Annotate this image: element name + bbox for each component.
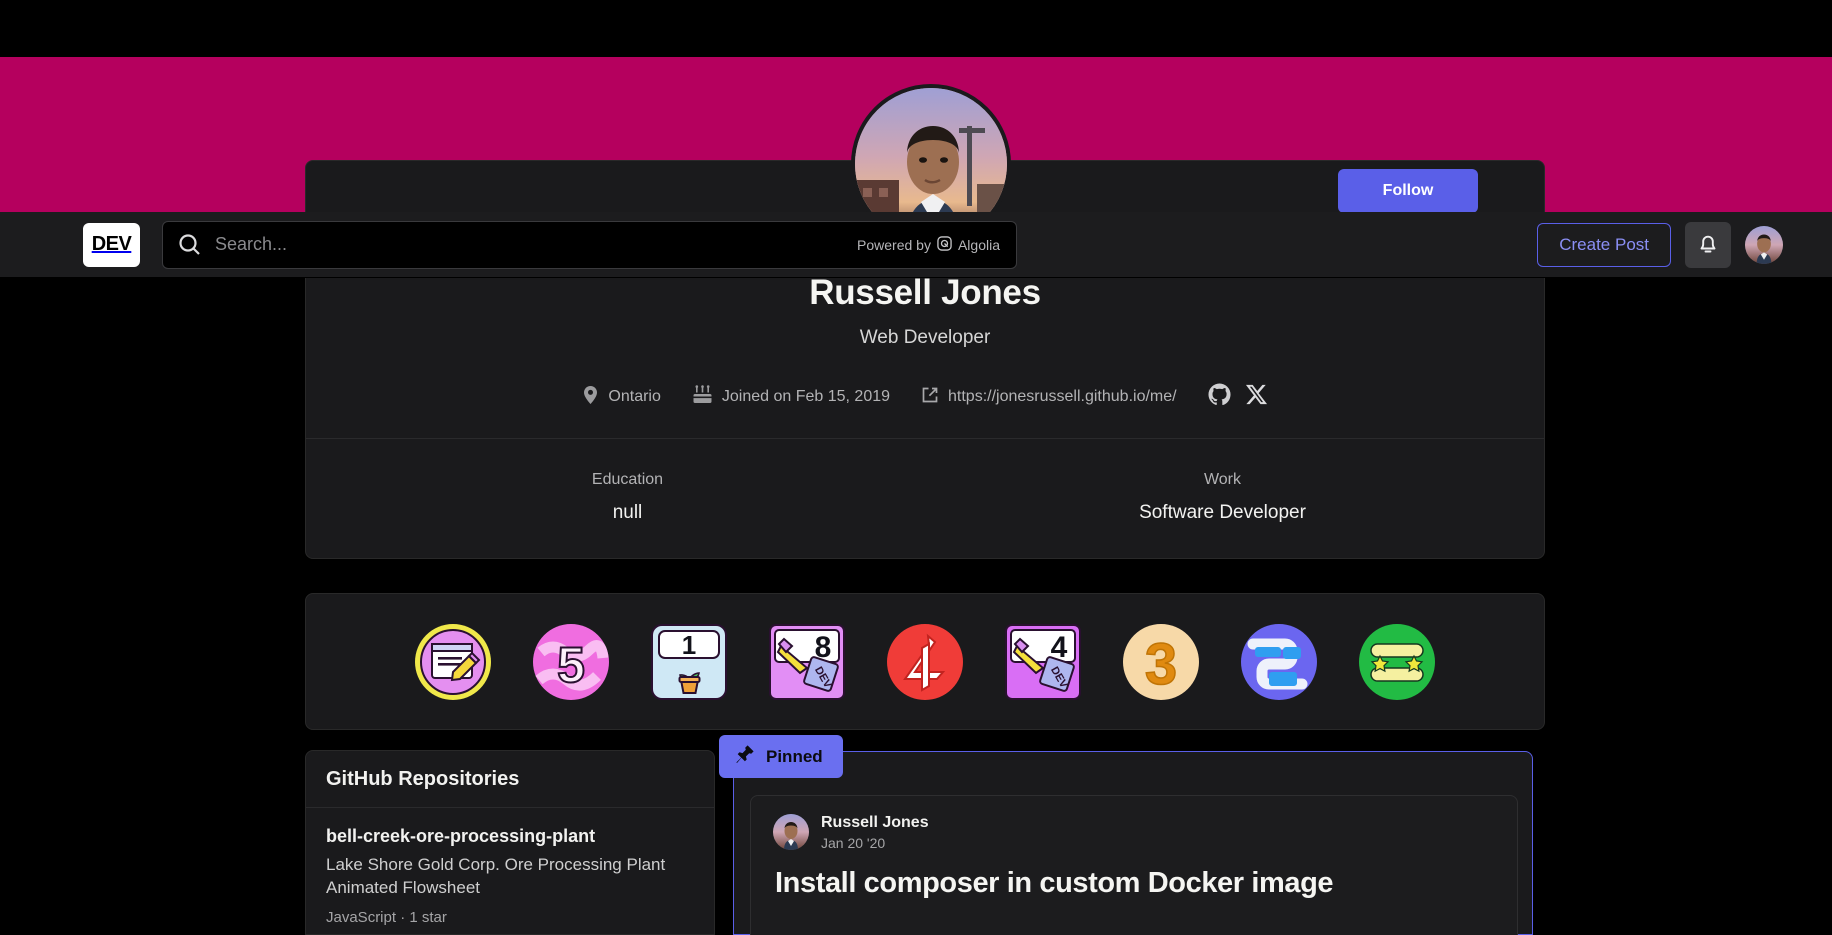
- svg-text:5: 5: [557, 637, 585, 693]
- detail-work-value: Software Developer: [1139, 502, 1306, 524]
- create-post-button[interactable]: Create Post: [1537, 222, 1671, 267]
- post-author-avatar[interactable]: [773, 814, 809, 850]
- post-author-name[interactable]: Russell Jones: [821, 813, 929, 833]
- external-link-icon: [921, 386, 939, 409]
- badge-three-year-club[interactable]: 3: [1121, 622, 1201, 702]
- repo-meta: JavaScript · 1 star: [326, 908, 447, 926]
- detail-work: Work Software Developer: [925, 471, 1520, 524]
- search-icon: [177, 232, 203, 258]
- follow-button[interactable]: Follow: [1338, 169, 1478, 213]
- algolia-attribution: Powered by Algolia: [857, 235, 1000, 254]
- profile-social-links: [1208, 383, 1268, 411]
- navbar-actions: Create Post: [1537, 221, 1783, 268]
- detail-education-label: Education: [591, 471, 664, 489]
- detail-education-value: null: [612, 502, 643, 524]
- pinned-label: Pinned: [766, 746, 823, 766]
- search-input[interactable]: [203, 221, 858, 268]
- badge-hacktoberfest[interactable]: [1357, 622, 1437, 702]
- pin-icon: [735, 744, 755, 769]
- svg-text:1: 1: [682, 630, 696, 660]
- status-badge: Pinned: [719, 735, 843, 778]
- post-author-row: Russell Jones Jan 20 '20: [773, 813, 1495, 851]
- badges-panel: 5 1 8 DEV 4 DEV 3: [305, 593, 1545, 730]
- github-repo-list: bell-creek-ore-processing-plant Lake Sho…: [306, 808, 714, 926]
- github-icon[interactable]: [1208, 383, 1231, 411]
- profile-joined: Joined on Feb 15, 2019: [692, 385, 890, 410]
- profile-website[interactable]: https://jonesrussell.github.io/me/: [921, 386, 1177, 409]
- badge-two-year-club[interactable]: [1239, 622, 1319, 702]
- algolia-brand-label: Algolia: [957, 236, 1000, 253]
- detail-work-label: Work: [1203, 471, 1242, 489]
- svg-text:3: 3: [1145, 632, 1177, 697]
- post-date: Jan 20 '20: [821, 835, 886, 851]
- badge-one-year-club[interactable]: 1: [649, 622, 729, 702]
- badge-writing-debut[interactable]: [413, 622, 493, 702]
- profile-tagline: Web Developer: [859, 327, 991, 349]
- cake-icon: [692, 385, 713, 410]
- search-bar[interactable]: Powered by Algolia: [162, 220, 1017, 269]
- profile-location: Ontario: [582, 385, 661, 410]
- algolia-icon: [937, 235, 952, 254]
- profile-location-label: Ontario: [608, 388, 661, 406]
- repo-name[interactable]: bell-creek-ore-processing-plant: [326, 826, 694, 847]
- profile-joined-label: Joined on Feb 15, 2019: [721, 388, 891, 406]
- bell-icon: [1696, 231, 1720, 258]
- top-navbar: DEV Powered by Algolia: [0, 212, 1832, 278]
- repo-description: Lake Shore Gold Corp. Ore Processing Pla…: [326, 855, 666, 897]
- post-card[interactable]: Russell Jones Jan 20 '20 Install compose…: [750, 795, 1518, 935]
- github-repositories-heading: GitHub Repositories: [306, 751, 714, 808]
- notifications-button[interactable]: [1685, 221, 1731, 268]
- post-title[interactable]: Install composer in custom Docker image: [775, 867, 1495, 900]
- pinned-post-panel: Pinned Russell Jones Jan 20 '20 Install …: [719, 735, 1533, 935]
- x-twitter-icon[interactable]: [1245, 383, 1268, 411]
- badge-five-week-streak[interactable]: 5: [531, 622, 611, 702]
- profile-details: Education null Work Software Developer: [306, 439, 1544, 558]
- profile-website-link[interactable]: https://jonesrussell.github.io/me/: [948, 388, 1177, 406]
- algolia-powered-by-label: Powered by: [857, 236, 931, 253]
- page-root: Follow Russell Jones Web Developer Ontar…: [0, 0, 1832, 935]
- badge-four-week-streak[interactable]: 4 DEV: [1003, 622, 1083, 702]
- user-avatar-button[interactable]: [1745, 225, 1783, 264]
- badge-eight-week-streak[interactable]: 8 DEV: [767, 622, 847, 702]
- page-title: Russell Jones: [809, 273, 1041, 312]
- badge-four-year-club[interactable]: [885, 622, 965, 702]
- location-pin-icon: [582, 385, 599, 410]
- post-author-meta: Russell Jones Jan 20 '20: [821, 813, 929, 851]
- dev-logo-text: DEV: [91, 233, 132, 255]
- github-repositories-panel: GitHub Repositories bell-creek-ore-proce…: [305, 750, 715, 935]
- dev-logo[interactable]: DEV: [83, 222, 140, 267]
- detail-education: Education null: [330, 471, 925, 524]
- profile-meta-row: Ontario Joined on Feb 15, 2019 https://j…: [330, 383, 1520, 438]
- list-item[interactable]: bell-creek-ore-processing-plant Lake Sho…: [326, 826, 694, 926]
